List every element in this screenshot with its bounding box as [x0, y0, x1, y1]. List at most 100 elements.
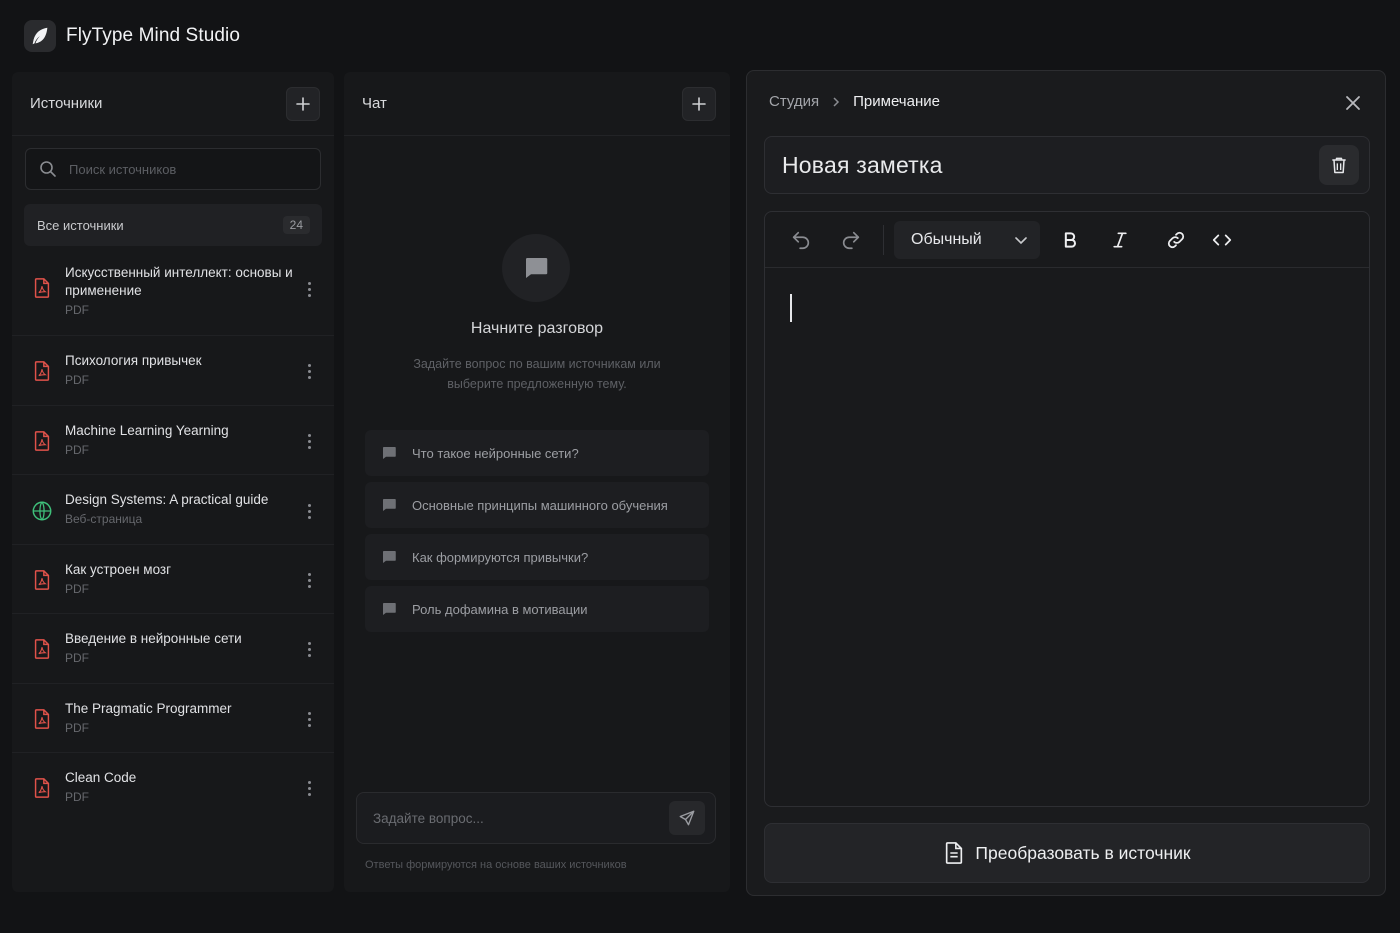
globe-icon — [30, 499, 54, 523]
suggestion-chip[interactable]: Основные принципы машинного обучения — [365, 482, 709, 528]
sources-count-badge: 24 — [282, 216, 310, 234]
note-title-field[interactable]: Новая заметка — [764, 136, 1370, 194]
chat-title: Чат — [362, 95, 387, 112]
italic-button[interactable] — [1100, 220, 1140, 260]
add-source-button[interactable] — [286, 86, 320, 121]
redo-button[interactable] — [831, 220, 871, 260]
breadcrumb-studio[interactable]: Студия — [769, 93, 819, 110]
pdf-icon — [30, 637, 54, 661]
suggestion-chip[interactable]: Как формируются привычки? — [365, 534, 709, 580]
search-icon — [40, 161, 56, 177]
suggestion-text: Что такое нейронные сети? — [412, 445, 579, 461]
source-type: PDF — [65, 721, 89, 735]
source-title: The Pragmatic Programmer — [65, 701, 232, 716]
convert-label: Преобразовать в источник — [975, 842, 1191, 863]
chat-header: Чат — [344, 72, 730, 136]
source-type: PDF — [65, 651, 89, 665]
search-input[interactable]: Поиск источников — [25, 148, 321, 190]
code-icon — [1212, 234, 1232, 245]
all-sources-label: Все источники — [37, 217, 124, 233]
sources-header: Источники — [12, 72, 334, 136]
more-options-icon[interactable] — [306, 434, 312, 449]
code-button[interactable] — [1202, 220, 1242, 260]
source-type: PDF — [65, 373, 89, 387]
source-item[interactable]: The Pragmatic Programmer PDF — [12, 684, 334, 753]
source-title: Введение в нейронные сети — [65, 631, 242, 646]
send-button[interactable] — [669, 801, 705, 835]
chat-bubble-icon — [383, 603, 396, 615]
source-type: Веб-страница — [65, 512, 143, 526]
source-item[interactable]: Психология привычек PDF — [12, 336, 334, 406]
pdf-icon — [30, 568, 54, 592]
plus-icon — [692, 96, 706, 111]
document-icon — [946, 842, 963, 864]
pdf-icon — [30, 429, 54, 453]
more-options-icon[interactable] — [306, 573, 312, 588]
source-item[interactable]: Design Systems: A practical guide Веб-ст… — [12, 475, 334, 545]
source-title: Как устроен мозг — [65, 562, 172, 577]
pdf-icon — [30, 359, 54, 383]
link-button[interactable] — [1156, 220, 1196, 260]
suggestion-chip[interactable]: Роль дофамина в мотивации — [365, 586, 709, 632]
note-title: Новая заметка — [782, 151, 943, 178]
close-button[interactable] — [1341, 91, 1365, 115]
source-type: PDF — [65, 303, 89, 317]
all-sources-filter[interactable]: Все источники 24 — [24, 204, 322, 246]
chat-footnote: Ответы формируются на основе ваших источ… — [365, 859, 627, 871]
source-title: Machine Learning Yearning — [65, 423, 229, 438]
chat-input[interactable]: Задайте вопрос... — [356, 792, 716, 844]
sources-title: Источники — [30, 95, 103, 112]
chat-bubble-icon — [502, 234, 570, 302]
chat-empty-subtitle: Задайте вопрос по вашим источникам или в… — [413, 357, 661, 391]
undo-icon — [792, 231, 810, 249]
chat-bubble-icon — [383, 551, 396, 563]
close-icon — [1346, 96, 1360, 110]
app-header: FlyType Mind Studio — [0, 0, 1400, 72]
search-placeholder: Поиск источников — [69, 161, 177, 177]
text-format-select[interactable]: Обычный — [894, 220, 1040, 259]
suggestion-text: Как формируются привычки? — [412, 549, 589, 565]
breadcrumb: Студия Примечание — [769, 93, 940, 110]
source-title: Психология привычек — [65, 353, 202, 368]
text-cursor[interactable] — [790, 294, 792, 322]
app-title: FlyType Mind Studio — [66, 25, 241, 46]
chevron-down-icon — [1015, 236, 1027, 244]
text-format-value: Обычный — [911, 230, 982, 248]
source-item[interactable]: Machine Learning Yearning PDF — [12, 406, 334, 475]
more-options-icon[interactable] — [306, 364, 312, 379]
source-title: Design Systems: A practical guide — [65, 492, 269, 507]
chat-bubble-icon — [383, 499, 396, 511]
source-type: PDF — [65, 790, 89, 804]
send-icon — [679, 810, 695, 826]
more-options-icon[interactable] — [306, 781, 312, 796]
feather-logo-icon — [24, 20, 56, 52]
link-icon — [1167, 231, 1185, 248]
source-item[interactable]: Введение в нейронные сети PDF — [12, 614, 334, 684]
more-options-icon[interactable] — [306, 504, 312, 519]
source-item[interactable]: Как устроен мозг PDF — [12, 545, 334, 614]
suggestion-chip[interactable]: Что такое нейронные сети? — [365, 430, 709, 476]
editor-toolbar: Обычный — [765, 212, 1369, 268]
more-options-icon[interactable] — [306, 712, 312, 727]
bold-button[interactable] — [1050, 220, 1090, 260]
source-type: PDF — [65, 443, 89, 457]
chat-panel: Чат Начните разговор Задайте вопрос по в… — [344, 72, 730, 892]
source-list: Искусственный интеллект: основы и примен… — [12, 246, 334, 823]
pdf-icon — [30, 776, 54, 800]
sources-panel: Источники Поиск источников Все источники… — [12, 72, 334, 892]
source-type: PDF — [65, 582, 89, 596]
new-chat-button[interactable] — [682, 86, 716, 121]
convert-to-source-button[interactable]: Преобразовать в источник — [764, 823, 1370, 883]
source-item[interactable]: Clean Code PDF — [12, 753, 334, 823]
chevron-right-icon — [831, 96, 841, 108]
italic-icon — [1113, 232, 1127, 247]
plus-icon — [296, 96, 310, 111]
pdf-icon — [30, 276, 54, 300]
more-options-icon[interactable] — [306, 642, 312, 657]
source-item[interactable]: Искусственный интеллект: основы и примен… — [12, 246, 334, 336]
more-options-icon[interactable] — [306, 282, 312, 297]
undo-button[interactable] — [781, 220, 821, 260]
delete-note-button[interactable] — [1319, 145, 1359, 185]
redo-icon — [842, 231, 860, 249]
source-title: Искусственный интеллект: основы и примен… — [65, 265, 293, 298]
